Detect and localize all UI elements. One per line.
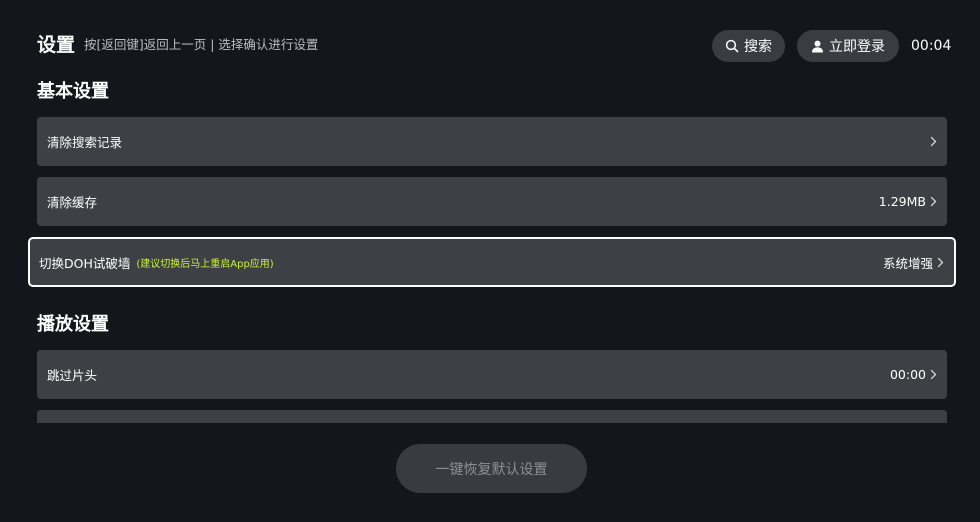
- search-button-label: 搜索: [744, 39, 772, 55]
- chevron-right-icon: [930, 369, 937, 380]
- setting-value: 1.29MB: [878, 194, 926, 209]
- chevron-right-icon: [930, 196, 937, 207]
- setting-label: 切换DOH试破墙: [39, 255, 131, 271]
- setting-value-group: 1.29MB: [879, 194, 937, 209]
- setting-sublabel: (建议切换后马上重启App应用): [136, 258, 274, 270]
- setting-value: 系统增强: [882, 255, 933, 271]
- setting-value-group: 00:00: [890, 367, 937, 382]
- login-button-label: 立即登录: [829, 39, 885, 55]
- chevron-right-icon: [937, 257, 944, 267]
- setting-value-group: 系统增强: [883, 253, 944, 272]
- setting-label: 清除缓存: [47, 195, 98, 210]
- setting-skip-intro[interactable]: 跳过片头 00:00: [37, 350, 947, 399]
- setting-label: 跳过片头: [47, 368, 98, 383]
- page-hint: 按[返回键]返回上一页 | 选择确认进行设置: [84, 37, 319, 52]
- login-button[interactable]: 立即登录: [797, 30, 899, 62]
- search-button[interactable]: 搜索: [712, 30, 785, 62]
- setting-label: 清除搜索记录: [47, 135, 123, 150]
- setting-value-group: [930, 136, 937, 147]
- page-title: 设置: [37, 34, 76, 56]
- chevron-right-icon: [930, 136, 937, 147]
- setting-clear-search-history[interactable]: 清除搜索记录: [37, 117, 947, 166]
- settings-page: 设置 按[返回键]返回上一页 | 选择确认进行设置 搜索 立即登录 00:04 …: [0, 0, 980, 522]
- setting-row-partial[interactable]: [37, 410, 947, 423]
- reset-defaults-button[interactable]: 一键恢复默认设置: [396, 444, 587, 493]
- setting-value: 00:00: [889, 367, 926, 382]
- setting-doh-switch[interactable]: 切换DOH试破墙 (建议切换后马上重启App应用) 系统增强: [28, 237, 956, 287]
- user-icon: [812, 40, 823, 52]
- setting-clear-cache[interactable]: 清除缓存 1.29MB: [37, 177, 947, 226]
- section-title-basic: 基本设置: [37, 81, 109, 102]
- clock: 00:04: [911, 38, 952, 54]
- search-icon: [725, 39, 739, 53]
- section-title-playback: 播放设置: [37, 314, 109, 335]
